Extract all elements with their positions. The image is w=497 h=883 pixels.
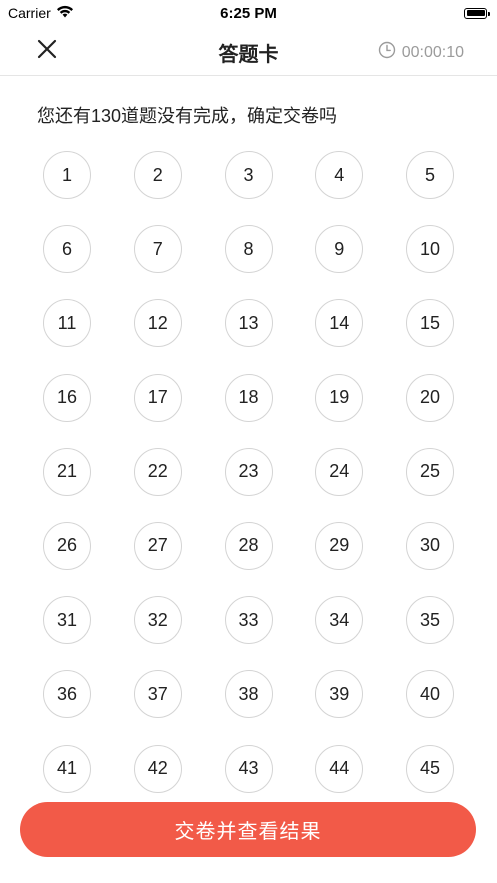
question-39-button[interactable]: 39 <box>315 670 364 719</box>
unfinished-message: 您还有130道题没有完成，确定交卷吗 <box>37 106 338 126</box>
question-17-button[interactable]: 17 <box>133 373 182 422</box>
question-2-button[interactable]: 2 <box>133 151 182 199</box>
question-19-button[interactable]: 19 <box>315 373 364 422</box>
status-time: 6:25 PM <box>220 4 277 22</box>
carrier-label: Carrier <box>8 5 51 21</box>
question-44-button[interactable]: 44 <box>315 744 364 793</box>
question-11-button[interactable]: 11 <box>43 299 91 348</box>
status-left: Carrier <box>0 5 74 21</box>
clock-icon <box>378 41 396 64</box>
question-24-button[interactable]: 24 <box>315 447 364 496</box>
question-33-button[interactable]: 33 <box>224 596 273 645</box>
question-4-button[interactable]: 4 <box>315 151 364 199</box>
question-25-button[interactable]: 25 <box>406 447 454 496</box>
question-34-button[interactable]: 34 <box>315 596 364 645</box>
question-31-button[interactable]: 31 <box>43 596 91 645</box>
timer-value: 00:00:10 <box>401 43 464 61</box>
question-5-button[interactable]: 5 <box>406 151 454 199</box>
question-14-button[interactable]: 14 <box>315 299 364 348</box>
question-1-button[interactable]: 1 <box>43 151 91 199</box>
question-28-button[interactable]: 28 <box>224 521 273 570</box>
question-12-button[interactable]: 12 <box>133 299 182 348</box>
status-bar: Carrier 6:25 PM <box>0 0 497 26</box>
question-10-button[interactable]: 10 <box>406 225 454 274</box>
question-18-button[interactable]: 18 <box>224 373 273 422</box>
close-button[interactable] <box>34 38 60 64</box>
question-29-button[interactable]: 29 <box>315 521 364 570</box>
question-6-button[interactable]: 6 <box>43 225 91 274</box>
question-37-button[interactable]: 37 <box>133 670 182 719</box>
question-36-button[interactable]: 36 <box>43 670 91 719</box>
question-8-button[interactable]: 8 <box>224 225 273 274</box>
timer: 00:00:10 <box>378 41 464 64</box>
status-right <box>464 7 497 19</box>
question-20-button[interactable]: 20 <box>406 373 454 422</box>
battery-icon <box>464 7 490 19</box>
question-35-button[interactable]: 35 <box>406 596 454 645</box>
question-42-button[interactable]: 42 <box>133 744 182 793</box>
nav-bar: 答题卡 00:00:10 <box>0 26 497 76</box>
question-16-button[interactable]: 16 <box>43 373 91 422</box>
question-41-button[interactable]: 41 <box>43 744 91 793</box>
question-7-button[interactable]: 7 <box>133 225 182 274</box>
question-23-button[interactable]: 23 <box>224 447 273 496</box>
question-3-button[interactable]: 3 <box>224 151 273 199</box>
question-9-button[interactable]: 9 <box>315 225 364 274</box>
question-15-button[interactable]: 15 <box>406 299 454 348</box>
question-13-button[interactable]: 13 <box>224 299 273 348</box>
question-30-button[interactable]: 30 <box>406 521 454 570</box>
question-40-button[interactable]: 40 <box>406 670 454 719</box>
answer-sheet-grid: 1 2 3 4 5 6 7 8 9 10 11 12 13 14 15 16 17 18 19 20 21 22 23 24 2… <box>43 151 454 793</box>
question-22-button[interactable]: 22 <box>133 447 182 496</box>
question-21-button[interactable]: 21 <box>43 447 91 496</box>
wifi-icon <box>56 5 74 21</box>
submit-button[interactable]: 交卷并查看结果 <box>20 802 476 857</box>
question-38-button[interactable]: 38 <box>224 670 273 719</box>
question-27-button[interactable]: 27 <box>133 521 182 570</box>
question-32-button[interactable]: 32 <box>133 596 182 645</box>
question-43-button[interactable]: 43 <box>224 744 273 793</box>
question-45-button[interactable]: 45 <box>406 744 454 793</box>
question-26-button[interactable]: 26 <box>43 521 91 570</box>
close-icon <box>36 38 58 65</box>
